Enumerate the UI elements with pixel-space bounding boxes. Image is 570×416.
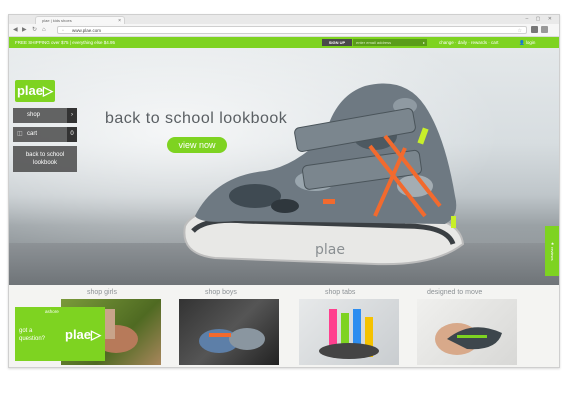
sidebar-item-label: shop — [27, 112, 41, 118]
browser-toolbar: ◀ ▶ ↻ ⌂ ▫ www.plae.com ☆ — [9, 24, 559, 37]
reload-icon[interactable]: ↻ — [32, 26, 37, 34]
designed-to-move-image[interactable] — [417, 299, 517, 365]
view-now-button[interactable]: view now — [167, 137, 227, 153]
cart-icon: ◫ — [17, 131, 23, 137]
hero-banner: plae back to school lookbook view now pl… — [9, 48, 559, 285]
signup-button[interactable]: SIGN UP — [322, 39, 352, 46]
side-menu: shop › ◫ cart 0 back to school lookbook — [13, 108, 77, 176]
tab-title: plae | kids shoes — [42, 18, 72, 23]
home-icon[interactable]: ⌂ — [42, 26, 46, 34]
extension-icon[interactable] — [531, 26, 538, 33]
submit-arrow-icon[interactable]: ▸ — [423, 39, 425, 46]
chat-question-text: got a question? — [19, 327, 45, 343]
browser-window: plae | kids shoes × – ▢ ✕ ◀ ▶ ↻ ⌂ ▫ www.… — [8, 14, 560, 368]
account-links[interactable]: change · daily · rewards · cart — [439, 37, 499, 48]
category-label-tabs[interactable]: shop tabs — [325, 289, 355, 296]
chat-widget[interactable]: ashore got a question? plae▷ — [15, 307, 105, 361]
back-icon[interactable]: ◀ — [13, 26, 18, 34]
browser-tab[interactable]: plae | kids shoes × — [35, 16, 125, 24]
sole-brand-text: plae — [315, 242, 345, 258]
cart-count-badge: 0 — [67, 127, 77, 142]
page-icon: ▫ — [62, 28, 64, 34]
shop-tabs-image[interactable] — [299, 299, 399, 365]
hero-title: back to school lookbook — [105, 110, 288, 127]
free-shipping-text: FREE SHIPPING over $75 | everything else… — [15, 40, 115, 45]
chevron-right-icon: › — [67, 108, 77, 123]
reviews-tab[interactable]: ★ reviews — [545, 226, 559, 276]
menu-icon[interactable] — [541, 26, 548, 33]
sidebar-item-cart[interactable]: ◫ cart 0 — [13, 127, 77, 142]
window-controls[interactable]: – ▢ ✕ — [526, 16, 555, 22]
sidebar-item-shop[interactable]: shop › — [13, 108, 77, 123]
chat-question-line: got a — [19, 328, 33, 334]
url-text: www.plae.com — [72, 28, 102, 33]
sidebar-item-lookbook[interactable]: back to school lookbook — [13, 146, 77, 172]
sidebar-item-label: lookbook — [32, 160, 58, 166]
address-bar[interactable]: ▫ www.plae.com ☆ — [57, 26, 527, 34]
sidebar-item-label: back to school — [25, 152, 65, 158]
shoe-image[interactable]: plae — [175, 66, 475, 266]
login-link[interactable]: 👤 login — [519, 37, 535, 48]
bookmark-star-icon[interactable]: ☆ — [518, 27, 522, 35]
category-label-girls[interactable]: shop girls — [87, 289, 117, 296]
email-field[interactable]: enter email address ▸ — [353, 39, 427, 46]
plae-logo[interactable]: plae▷ — [15, 80, 55, 102]
email-placeholder: enter email address — [356, 40, 392, 45]
forward-icon[interactable]: ▶ — [22, 26, 27, 34]
shop-boys-image[interactable] — [179, 299, 279, 365]
sidebar-item-label: cart — [27, 131, 38, 137]
category-label-boys[interactable]: shop boys — [205, 289, 237, 296]
chat-header: ashore — [45, 309, 59, 314]
chat-logo: plae▷ — [65, 327, 102, 342]
tab-strip: plae | kids shoes × – ▢ ✕ — [9, 15, 559, 24]
category-label-designed[interactable]: designed to move — [427, 289, 482, 296]
chat-question-line: question? — [19, 336, 46, 342]
promo-bar: FREE SHIPPING over $75 | everything else… — [9, 37, 559, 48]
